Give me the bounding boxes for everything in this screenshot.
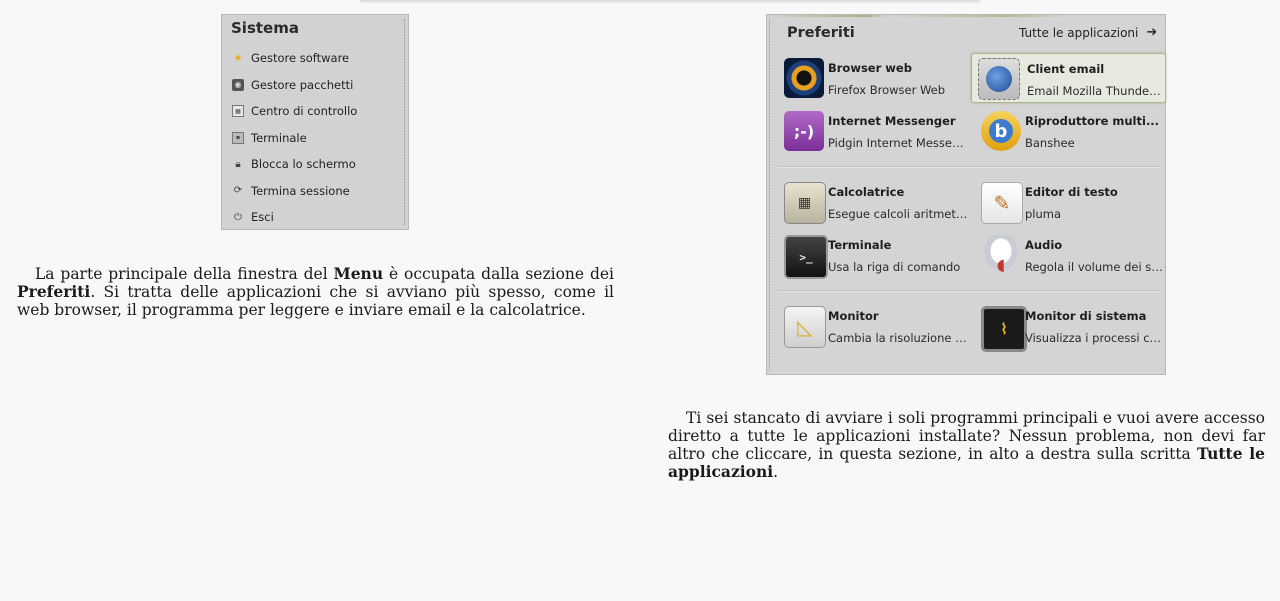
- app-calculator[interactable]: ▦ Calcolatrice Esegue calcoli aritmeti..…: [782, 179, 974, 227]
- app-name: Browser web: [828, 61, 912, 75]
- paragraph-bold-favorites: Preferiti: [17, 282, 91, 301]
- terminal-icon: >_: [784, 235, 828, 279]
- system-item-quit[interactable]: ⏻ Esci: [232, 204, 357, 231]
- system-item-label: Gestore software: [251, 51, 350, 66]
- paragraph-text: .: [773, 463, 779, 481]
- favorites-panel: Preferiti Tutte le applicazioni ➜ Browse…: [766, 14, 1166, 375]
- app-internet-messenger[interactable]: ;-) Internet Messenger Pidgin Internet M…: [782, 108, 974, 156]
- calculator-glyph: ▦: [797, 195, 813, 211]
- system-menu-panel: Sistema ✦ Gestore software ◉ Gestore pac…: [221, 14, 409, 230]
- app-description: Firefox Browser Web: [828, 83, 946, 97]
- system-item-logout[interactable]: ⟳ Termina sessione: [232, 178, 357, 205]
- system-menu-list: ✦ Gestore software ◉ Gestore pacchetti ▦…: [232, 45, 357, 231]
- app-name: Riproduttore multi...: [1025, 114, 1160, 128]
- system-item-label: Gestore pacchetti: [251, 77, 354, 92]
- paragraph-bold-menu: Menu: [333, 264, 384, 283]
- control-center-icon: ▦: [232, 105, 244, 118]
- system-monitor-glyph: ⌇: [1000, 320, 1008, 338]
- system-item-label: Terminale: [251, 130, 307, 145]
- audio-icon: ◖: [981, 235, 1021, 275]
- app-browser-web[interactable]: Browser web Firefox Browser Web: [782, 55, 974, 103]
- app-name: Terminale: [828, 238, 892, 252]
- system-item-label: Blocca lo schermo: [251, 157, 356, 172]
- app-description: Regola il volume dei su...: [1025, 260, 1165, 274]
- text-editor-glyph: ✎: [993, 191, 1011, 215]
- app-description: Usa la riga di comando: [828, 260, 961, 274]
- monitor-icon: ◺: [784, 306, 826, 348]
- system-item-label: Esci: [251, 210, 274, 225]
- system-monitor-icon: ⌇: [981, 306, 1027, 352]
- all-apps-paragraph: Ti sei stancato di avviare i soli progra…: [668, 409, 1265, 481]
- monitor-glyph: ◺: [797, 315, 813, 339]
- app-name: Calcolatrice: [828, 185, 905, 199]
- app-name: Monitor di sistema: [1025, 309, 1147, 323]
- all-applications-button[interactable]: Tutte le applicazioni ➜: [1019, 25, 1157, 40]
- paragraph-text: . Si tratta delle applicazioni che si av…: [17, 283, 614, 319]
- app-client-email[interactable]: Client email Email Mozilla Thunderb...: [971, 53, 1166, 103]
- arrow-right-icon: ➜: [1146, 25, 1158, 40]
- all-applications-label: Tutte le applicazioni: [1019, 25, 1139, 40]
- banshee-icon: b: [981, 111, 1021, 151]
- favorites-title: Preferiti: [787, 25, 855, 41]
- logout-icon: ⟳: [233, 185, 243, 197]
- banshee-glyph: b: [989, 119, 1013, 143]
- separator: [777, 166, 1161, 168]
- app-name: Client email: [1027, 62, 1105, 76]
- app-monitor[interactable]: ◺ Monitor Cambia la risoluzione e...: [782, 303, 974, 351]
- calculator-icon: ▦: [784, 182, 826, 224]
- app-description: Email Mozilla Thunderb...: [1027, 84, 1163, 98]
- app-description: Visualizza i processi cor...: [1025, 331, 1165, 345]
- app-name: Internet Messenger: [828, 114, 956, 128]
- app-description: Cambia la risoluzione e...: [828, 331, 968, 345]
- paragraph-text: La parte principale della finestra del: [35, 265, 334, 283]
- system-item-terminal[interactable]: ▪ Terminale: [232, 125, 357, 152]
- package-manager-icon: ◉: [232, 78, 244, 91]
- app-name: Audio: [1025, 238, 1063, 252]
- app-description: Banshee: [1025, 136, 1075, 150]
- intro-paragraph: La parte principale della finestra del M…: [17, 264, 615, 320]
- system-item-package-manager[interactable]: ◉ Gestore pacchetti: [232, 72, 357, 99]
- terminal-icon: ▪: [232, 131, 244, 144]
- separator: [777, 290, 1161, 292]
- system-item-label: Termina sessione: [251, 183, 350, 198]
- terminal-glyph: >_: [799, 250, 813, 264]
- system-item-software-manager[interactable]: ✦ Gestore software: [232, 45, 357, 72]
- pidgin-icon: ;-): [784, 111, 824, 151]
- lock-icon: 🔒︎: [235, 158, 241, 170]
- app-name: Monitor: [828, 309, 879, 323]
- text-editor-icon: ✎: [981, 182, 1023, 224]
- paragraph-text: è occupata dalla sezione dei: [383, 265, 615, 283]
- software-manager-icon: ✦: [232, 51, 244, 66]
- system-item-control-center[interactable]: ▦ Centro di controllo: [232, 98, 357, 125]
- paragraph-text: Ti sei stancato di avviare i soli progra…: [668, 409, 1265, 463]
- app-description: Esegue calcoli aritmeti...: [828, 207, 968, 221]
- app-name: Editor di testo: [1025, 185, 1118, 199]
- app-text-editor[interactable]: ✎ Editor di testo pluma: [979, 179, 1171, 227]
- firefox-icon: [784, 58, 824, 98]
- app-description: Pidgin Internet Messen...: [828, 136, 968, 150]
- app-audio[interactable]: ◖ Audio Regola il volume dei su...: [979, 232, 1171, 280]
- app-media-player[interactable]: b Riproduttore multi... Banshee: [979, 108, 1171, 156]
- audio-glyph: ◖: [996, 254, 1006, 274]
- app-system-monitor[interactable]: ⌇ Monitor di sistema Visualizza i proces…: [979, 303, 1171, 352]
- system-item-label: Centro di controllo: [251, 104, 358, 119]
- power-icon: ⏻: [234, 211, 242, 223]
- thunderbird-icon: [978, 58, 1020, 100]
- top-shadow: [360, 0, 980, 4]
- system-item-lock-screen[interactable]: 🔒︎ Blocca lo schermo: [232, 151, 357, 178]
- system-menu-title: Sistema: [231, 19, 299, 37]
- app-terminal[interactable]: >_ Terminale Usa la riga di comando: [782, 232, 974, 280]
- app-description: pluma: [1025, 207, 1062, 221]
